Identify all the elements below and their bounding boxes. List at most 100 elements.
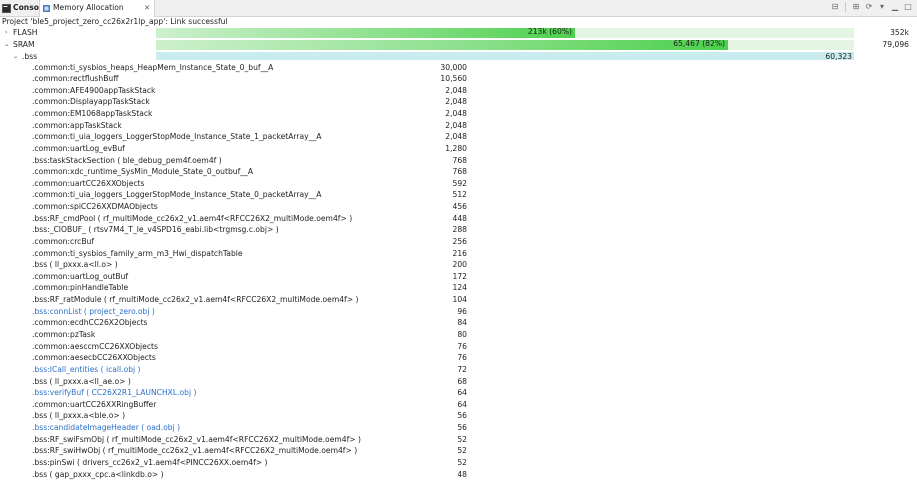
list-item[interactable]: .common:pzTask 80 [0, 329, 917, 341]
list-item[interactable]: .common:uartCC26XXObjects 592 [0, 178, 917, 190]
expand-all-icon[interactable]: ⊞ [851, 2, 861, 12]
symbol-size: 76 [457, 341, 467, 351]
sram-row[interactable]: ⌄ SRAM 65,467 (82%) 79,096 [0, 39, 917, 51]
list-item[interactable]: .bss:RF_cmdPool ( rf_multiMode_cc26x2_v1… [0, 213, 917, 225]
list-item[interactable]: .bss:candidateImageHeader ( oad.obj ) 56 [0, 422, 917, 434]
view-menu-icon[interactable]: ▾ [877, 2, 887, 12]
list-item[interactable]: .common:xdc_runtime_SysMin_Module_State_… [0, 166, 917, 178]
symbol-name: .bss:RF_cmdPool ( rf_multiMode_cc26x2_v1… [32, 213, 353, 223]
symbol-name[interactable]: .bss:candidateImageHeader ( oad.obj ) [32, 422, 180, 434]
symbol-name: .bss ( gap_pxxx_cpc.a<linkdb.o> ) [32, 469, 164, 479]
symbol-name: .common:spiCC26XXDMAObjects [32, 202, 158, 212]
bss-usage-bar [156, 52, 854, 60]
list-item[interactable]: .common:ti_sysbios_family_arm_m3_Hwi_dis… [0, 248, 917, 260]
symbol-name[interactable]: .bss:verifyBuf ( CC26X2R1_LAUNCHXL.obj ) [32, 387, 196, 399]
minimize-icon[interactable]: ▁ [890, 2, 900, 12]
flash-row[interactable]: › FLASH 213k (60%) 352k [0, 27, 917, 39]
list-item[interactable]: .common:aesccmCC26XXObjects 76 [0, 341, 917, 353]
symbol-name: .bss:RF_swiFsmObj ( rf_multiMode_cc26x2_… [32, 434, 362, 444]
symbol-name: .common:DisplayappTaskStack [32, 97, 150, 107]
console-icon [2, 3, 11, 13]
symbol-name: .common:ti_sysbios_family_arm_m3_Hwi_dis… [32, 248, 243, 258]
symbol-size: 2,048 [445, 132, 467, 142]
list-item[interactable]: .common:rectflushBuff 10,560 [0, 73, 917, 85]
symbol-name: .common:aesecbCC26XXObjects [32, 353, 156, 363]
symbol-name: .bss:taskStackSection ( ble_debug_pem4f.… [32, 155, 222, 165]
symbol-name: .bss ( ll_pxxx.a<ll_ae.o> ) [32, 376, 131, 386]
symbol-name: .bss ( ll_pxxx.a<ble.o> ) [32, 411, 126, 421]
symbol-name: .common:AFE4900appTaskStack [32, 85, 156, 95]
flash-used-value: 213k (60%) [527, 27, 572, 36]
tab-console[interactable]: Console [0, 0, 47, 16]
list-item[interactable]: .common:uartLog_outBuf 172 [0, 271, 917, 283]
symbol-name: .common:xdc_runtime_SysMin_Module_State_… [32, 167, 254, 177]
symbol-name: .common:pzTask [32, 329, 96, 339]
symbol-name: .common:uartCC26XXRingBuffer [32, 399, 157, 409]
list-item[interactable]: .bss ( ll_pxxx.a<ble.o> ) 56 [0, 410, 917, 422]
list-item[interactable]: .common:uartLog_evBuf 1,280 [0, 143, 917, 155]
memory-icon [43, 4, 50, 12]
list-item[interactable]: .common:ecdhCC26X2Objects 84 [0, 317, 917, 329]
symbol-size: 2,048 [445, 120, 467, 130]
symbol-name[interactable]: .bss:ICall_entities ( icall.obj ) [32, 364, 141, 376]
flash-label: FLASH [13, 28, 38, 37]
symbol-name: .common:ti_uia_loggers_LoggerStopMode_In… [32, 132, 322, 142]
list-item[interactable]: .bss:RF_ratModule ( rf_multiMode_cc26x2_… [0, 294, 917, 306]
maximize-icon[interactable]: □ [903, 2, 913, 12]
symbol-name: .common:ti_uia_loggers_LoggerStopMode_In… [32, 190, 322, 200]
list-item[interactable]: .bss:RF_swiFsmObj ( rf_multiMode_cc26x2_… [0, 434, 917, 446]
tab-memory-allocation[interactable]: Memory Allocation ✕ [39, 0, 155, 17]
symbol-name: .common:uartLog_outBuf [32, 271, 129, 281]
list-item[interactable]: .common:EM1068appTaskStack 2,048 [0, 108, 917, 120]
list-item[interactable]: .bss:taskStackSection ( ble_debug_pem4f.… [0, 155, 917, 167]
list-item[interactable]: .common:AFE4900appTaskStack 2,048 [0, 85, 917, 97]
symbol-size: 124 [452, 283, 468, 293]
symbol-name: .common:EM1068appTaskStack [32, 109, 153, 119]
symbol-size: 2,048 [445, 97, 467, 107]
symbol-name: .common:ecdhCC26X2Objects [32, 318, 148, 328]
list-item[interactable]: .common:uartCC26XXRingBuffer 64 [0, 399, 917, 411]
sram-label: SRAM [13, 40, 35, 49]
list-item[interactable]: .bss:verifyBuf ( CC26X2R1_LAUNCHXL.obj )… [0, 387, 917, 399]
symbol-size: 2,048 [445, 85, 467, 95]
list-item[interactable]: .common:ti_sysbios_heaps_HeapMem_Instanc… [0, 62, 917, 74]
collapse-all-icon[interactable]: ⊟ [830, 2, 840, 12]
symbol-size: 256 [452, 236, 468, 246]
symbol-name: .common:ti_sysbios_heaps_HeapMem_Instanc… [32, 62, 274, 72]
symbol-name: .bss:pinSwi ( drivers_cc26x2_v1.aem4f<PI… [32, 457, 268, 467]
list-item[interactable]: .common:ti_uia_loggers_LoggerStopMode_In… [0, 189, 917, 201]
symbol-size: 52 [457, 446, 467, 456]
sram-used-value: 65,467 (82%) [673, 39, 725, 48]
list-item[interactable]: .bss ( gap_pxxx_cpc.a<linkdb.o> ) 48 [0, 469, 917, 480]
symbol-name[interactable]: .bss:connList ( project_zero.obj ) [32, 306, 155, 318]
refresh-icon[interactable]: ⟳ [864, 2, 874, 12]
expand-arrow-icon[interactable]: › [5, 27, 8, 39]
list-item[interactable]: .bss:_CIOBUF_ ( rtsv7M4_T_le_v4SPD16_eab… [0, 224, 917, 236]
list-item[interactable]: .bss ( ll_pxxx.a<ll_ae.o> ) 68 [0, 376, 917, 388]
list-item[interactable]: .bss:pinSwi ( drivers_cc26x2_v1.aem4f<PI… [0, 457, 917, 469]
list-item[interactable]: .common:appTaskStack 2,048 [0, 120, 917, 132]
list-item[interactable]: .bss:RF_swiHwObj ( rf_multiMode_cc26x2_v… [0, 445, 917, 457]
list-item[interactable]: .common:DisplayappTaskStack 2,048 [0, 96, 917, 108]
list-item[interactable]: .common:spiCC26XXDMAObjects 456 [0, 201, 917, 213]
symbol-name: .common:rectflushBuff [32, 74, 119, 84]
symbol-size: 768 [452, 155, 468, 165]
symbol-name: .common:appTaskStack [32, 120, 122, 130]
symbol-size: 1,280 [445, 143, 467, 153]
list-item[interactable]: .bss:ICall_entities ( icall.obj ) 72 [0, 364, 917, 376]
link-status-message: Project 'ble5_project_zero_cc26x2r1lp_ap… [2, 17, 228, 26]
symbol-size: 76 [457, 353, 467, 363]
list-item[interactable]: .common:pinHandleTable 124 [0, 282, 917, 294]
symbol-size: 216 [452, 248, 468, 258]
list-item[interactable]: .common:crcBuf 256 [0, 236, 917, 248]
list-item[interactable]: .common:ti_uia_loggers_LoggerStopMode_In… [0, 131, 917, 143]
close-icon[interactable]: ✕ [144, 0, 150, 16]
list-item[interactable]: .bss:connList ( project_zero.obj ) 96 [0, 306, 917, 318]
list-item[interactable]: .bss ( ll_pxxx.a<ll.o> ) 200 [0, 259, 917, 271]
symbol-size: 172 [452, 271, 468, 281]
collapse-arrow-icon[interactable]: ⌄ [4, 39, 9, 51]
symbol-name: .bss:_CIOBUF_ ( rtsv7M4_T_le_v4SPD16_eab… [32, 225, 279, 235]
symbol-size: 64 [457, 399, 467, 409]
list-item[interactable]: .common:aesecbCC26XXObjects 76 [0, 352, 917, 364]
symbol-size: 592 [452, 178, 468, 188]
